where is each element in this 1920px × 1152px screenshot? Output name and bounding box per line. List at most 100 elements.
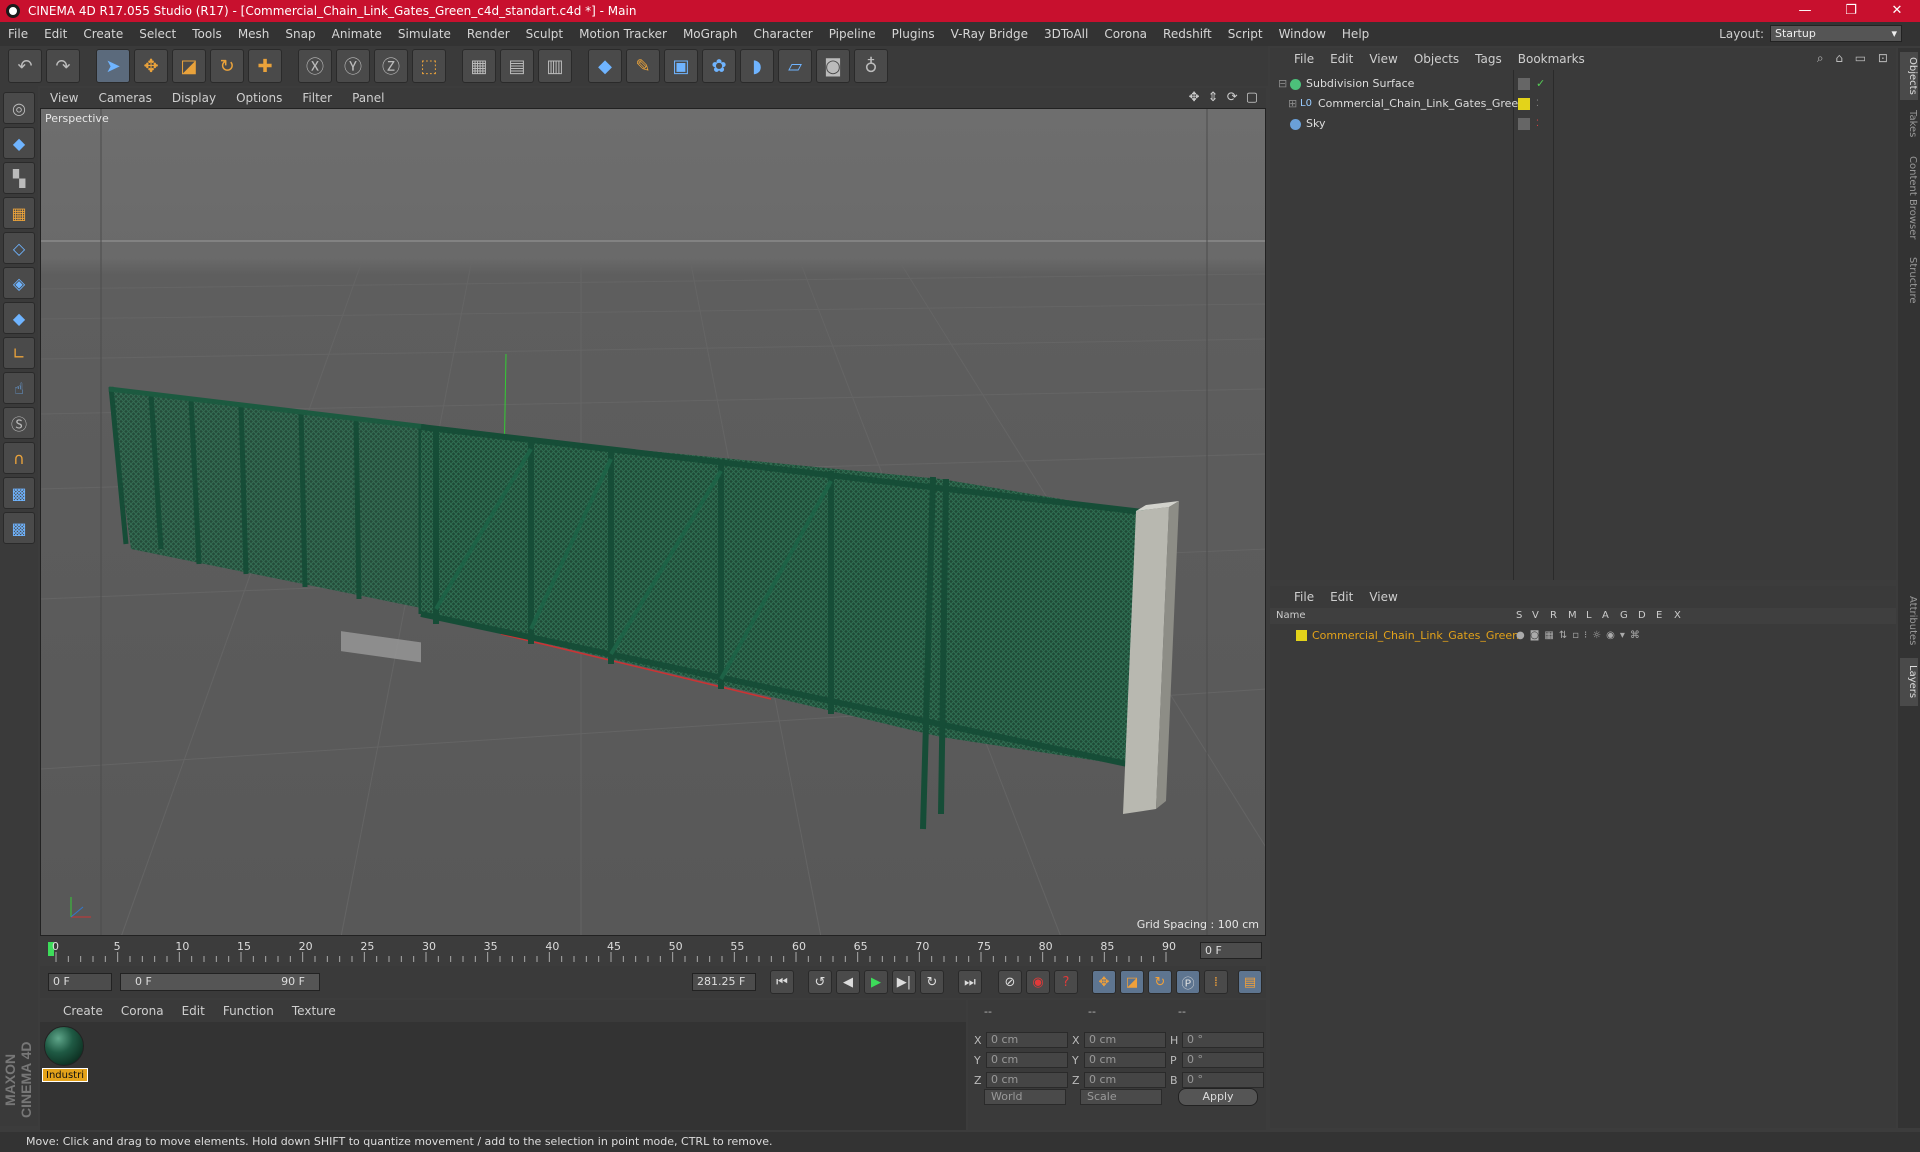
grid-snap-icon[interactable]: ▩: [3, 512, 35, 544]
column-xref[interactable]: X: [1674, 610, 1681, 621]
points-mode-icon[interactable]: ◇: [3, 232, 35, 264]
timeline-window-icon[interactable]: ▤: [1238, 970, 1262, 994]
layer-color-swatch[interactable]: [1296, 630, 1307, 641]
menu-edit[interactable]: Edit: [36, 27, 75, 41]
object-menu-view[interactable]: View: [1361, 52, 1405, 66]
size-mode-dropdown[interactable]: Scale: [1080, 1089, 1162, 1105]
object-name[interactable]: Sky: [1306, 114, 1325, 134]
model-mode-icon[interactable]: ◆: [3, 127, 35, 159]
deformer-icon[interactable]: ◗: [740, 49, 774, 83]
start-frame-field[interactable]: 0 F: [48, 973, 112, 991]
coordinate-mode-dropdown[interactable]: World: [984, 1089, 1066, 1105]
edges-mode-icon[interactable]: ◈: [3, 267, 35, 299]
menu-select[interactable]: Select: [131, 27, 184, 41]
object-row-sky[interactable]: Sky ⁚: [1270, 114, 1896, 134]
select-arrow-icon[interactable]: ➤: [96, 49, 130, 83]
menu-tools[interactable]: Tools: [184, 27, 230, 41]
menu-animate[interactable]: Animate: [324, 27, 390, 41]
editor-visibility-icon[interactable]: [1518, 78, 1530, 90]
cube-object-icon[interactable]: ◆: [588, 49, 622, 83]
menu-simulate[interactable]: Simulate: [390, 27, 459, 41]
tab-structure[interactable]: Structure: [1900, 252, 1918, 308]
rotation-p-field[interactable]: 0 °: [1182, 1052, 1264, 1068]
menu-create[interactable]: Create: [75, 27, 131, 41]
material-menu-edit[interactable]: Edit: [173, 1004, 214, 1018]
key-position-icon[interactable]: ✥: [1092, 970, 1116, 994]
layer-menu-view[interactable]: View: [1361, 590, 1405, 604]
go-to-start-icon[interactable]: ⏮: [770, 970, 794, 994]
rotation-b-field[interactable]: 0 °: [1182, 1072, 1264, 1088]
minimize-button[interactable]: —: [1782, 0, 1828, 22]
menu-window[interactable]: Window: [1271, 27, 1334, 41]
texture-mode-icon[interactable]: ▚: [3, 162, 35, 194]
menu-mograph[interactable]: MoGraph: [675, 27, 746, 41]
object-name[interactable]: Commercial_Chain_Link_Gates_Green: [1318, 94, 1525, 114]
next-key-icon[interactable]: ↻: [920, 970, 944, 994]
column-solo[interactable]: S: [1516, 610, 1522, 621]
layer-color-swatch[interactable]: [1518, 98, 1530, 110]
key-scale-icon[interactable]: ◪: [1120, 970, 1144, 994]
step-back-icon[interactable]: ◀: [836, 970, 860, 994]
object-row-subdivision[interactable]: ⊟ Subdivision Surface ✓: [1270, 74, 1896, 94]
tab-layers[interactable]: Layers: [1900, 658, 1918, 706]
play-icon[interactable]: ▶: [864, 970, 888, 994]
column-deformers[interactable]: D: [1638, 610, 1646, 621]
object-menu-bookmarks[interactable]: Bookmarks: [1510, 52, 1593, 66]
menu-mesh[interactable]: Mesh: [230, 27, 278, 41]
visibility-dots-icon[interactable]: ⁚: [1536, 94, 1539, 114]
workplane-lock-icon[interactable]: ▩: [3, 477, 35, 509]
object-menu-tags[interactable]: Tags: [1467, 52, 1510, 66]
object-row-gates[interactable]: ⊞ L0 Commercial_Chain_Link_Gates_Green ⁚: [1270, 94, 1896, 114]
tab-takes[interactable]: Takes: [1900, 104, 1918, 144]
scale-tool-icon[interactable]: ◪: [172, 49, 206, 83]
column-animation[interactable]: A: [1602, 610, 1609, 621]
render-settings-icon[interactable]: ▥: [538, 49, 572, 83]
current-frame-field[interactable]: 0 F: [1200, 942, 1262, 959]
live-selection-icon[interactable]: ✚: [248, 49, 282, 83]
axis-mode-icon[interactable]: ∟: [3, 337, 35, 369]
render-picture-viewer-icon[interactable]: ▤: [500, 49, 534, 83]
go-to-end-icon[interactable]: ⏭: [958, 970, 982, 994]
layer-menu-file[interactable]: File: [1286, 590, 1322, 604]
viewport-menu-display[interactable]: Display: [162, 91, 226, 105]
tree-expand-icon[interactable]: ⊞: [1288, 94, 1297, 114]
x-axis-lock-icon[interactable]: Ⓧ: [298, 49, 332, 83]
menu-help[interactable]: Help: [1334, 27, 1377, 41]
camera-icon[interactable]: ◙: [816, 49, 850, 83]
previous-key-icon[interactable]: ↺: [808, 970, 832, 994]
object-menu-objects[interactable]: Objects: [1406, 52, 1467, 66]
undo-icon[interactable]: ↶: [8, 49, 42, 83]
menu-character[interactable]: Character: [745, 27, 820, 41]
column-name[interactable]: Name: [1276, 610, 1306, 621]
material-menu-texture[interactable]: Texture: [283, 1004, 345, 1018]
coordinate-system-icon[interactable]: ⬚: [412, 49, 446, 83]
tab-objects[interactable]: Objects: [1900, 52, 1918, 100]
mograph-cloner-icon[interactable]: ✿: [702, 49, 736, 83]
position-x-field[interactable]: 0 cm: [986, 1032, 1068, 1048]
object-name[interactable]: Subdivision Surface: [1306, 74, 1414, 94]
viewport-nav-icons[interactable]: ✥ ⇕ ⟳ ▢: [1189, 90, 1260, 105]
render-view-icon[interactable]: ▦: [462, 49, 496, 83]
y-axis-lock-icon[interactable]: Ⓨ: [336, 49, 370, 83]
step-forward-icon[interactable]: ▶|: [892, 970, 916, 994]
close-button[interactable]: ✕: [1874, 0, 1920, 22]
viewport-menu-options[interactable]: Options: [226, 91, 292, 105]
snap-magnet-icon[interactable]: ∩: [3, 442, 35, 474]
menu-vray-bridge[interactable]: V-Ray Bridge: [943, 27, 1036, 41]
material-label[interactable]: Industri: [42, 1068, 88, 1082]
polygons-mode-icon[interactable]: ◆: [3, 302, 35, 334]
tweak-mode-icon[interactable]: ☝: [3, 372, 35, 404]
perspective-viewport[interactable]: Perspective Grid Spacing : 100 cm: [40, 108, 1266, 936]
material-menu-corona[interactable]: Corona: [112, 1004, 173, 1018]
autokey-icon[interactable]: ?: [1054, 970, 1078, 994]
menu-plugins[interactable]: Plugins: [884, 27, 943, 41]
menu-sculpt[interactable]: Sculpt: [518, 27, 571, 41]
visibility-dots-icon[interactable]: ⁚: [1536, 114, 1539, 134]
menu-pipeline[interactable]: Pipeline: [821, 27, 884, 41]
light-icon[interactable]: ♁: [854, 49, 888, 83]
end-frame-field[interactable]: 281.25 F: [692, 973, 756, 991]
menu-3dtoall[interactable]: 3DToAll: [1036, 27, 1096, 41]
size-z-field[interactable]: 0 cm: [1084, 1072, 1166, 1088]
menu-motion-tracker[interactable]: Motion Tracker: [571, 27, 675, 41]
motion-path-icon[interactable]: ⊘: [998, 970, 1022, 994]
